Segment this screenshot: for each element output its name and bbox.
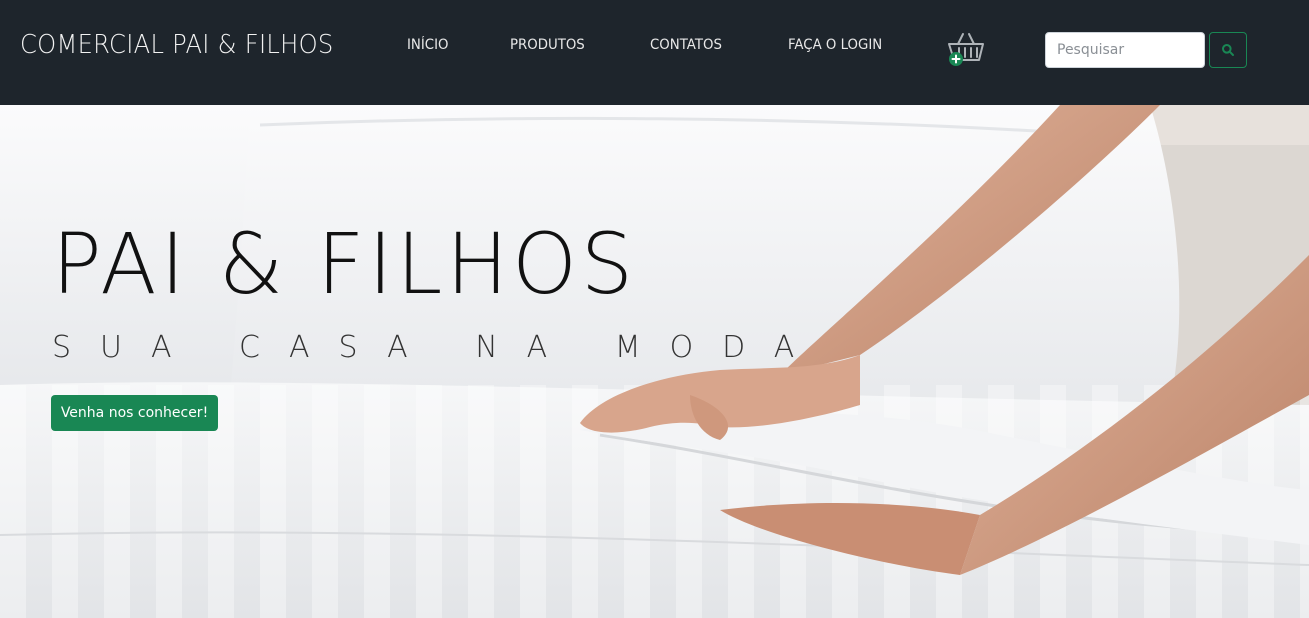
nav-link-login[interactable]: FAÇA O LOGIN: [788, 37, 882, 53]
venha-nos-conhecer-button[interactable]: Venha nos conhecer!: [51, 395, 218, 431]
brand-link[interactable]: COMERCIAL PAI & FILHOS: [20, 30, 334, 60]
search-icon: [1222, 44, 1234, 56]
cart-button[interactable]: [946, 30, 986, 70]
search-input[interactable]: [1045, 32, 1205, 68]
nav-link-inicio[interactable]: INÍCIO: [407, 37, 448, 53]
hero-subtitle: SUA CASA NA MODA: [52, 330, 824, 365]
search-button[interactable]: [1209, 32, 1247, 68]
navbar: COMERCIAL PAI & FILHOS INÍCIO PRODUTOS C…: [0, 0, 1309, 105]
hero-banner: PAI & FILHOS SUA CASA NA MODA Venha nos …: [0, 105, 1309, 618]
nav-link-produtos[interactable]: PRODUTOS: [510, 37, 585, 53]
shopping-basket-plus-icon: [948, 33, 984, 66]
nav-link-contatos[interactable]: CONTATOS: [650, 37, 722, 53]
hero-title: PAI & FILHOS: [52, 215, 637, 313]
